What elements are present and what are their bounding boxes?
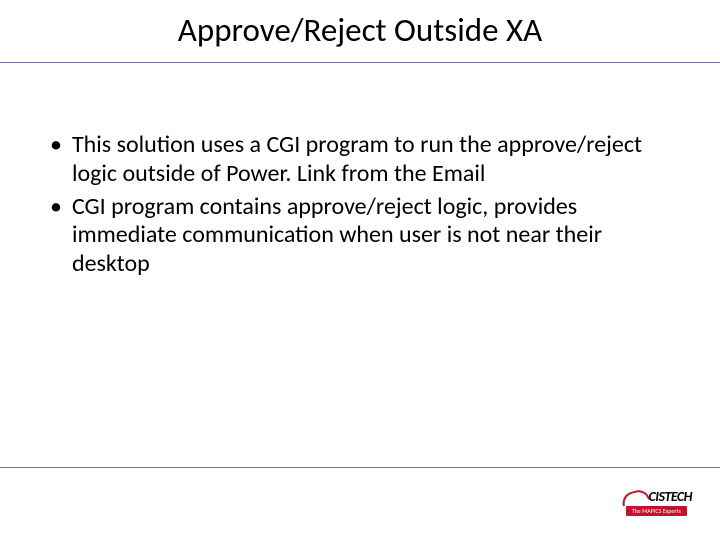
bullet-marker-icon: • xyxy=(50,193,62,221)
content-area: • This solution uses a CGI program to ru… xyxy=(0,63,720,279)
slide-container: Approve/Reject Outside XA • This solutio… xyxy=(0,0,720,540)
bullet-text: CGI program contains approve/reject logi… xyxy=(72,193,670,279)
bullet-marker-icon: • xyxy=(50,131,62,159)
bullet-item: • This solution uses a CGI program to ru… xyxy=(50,131,670,189)
company-logo: CISTECH The MAPICS Experts xyxy=(621,488,692,516)
logo-top-row: CISTECH xyxy=(621,488,692,505)
bullet-item: • CGI program contains approve/reject lo… xyxy=(50,193,670,279)
logo-tagline: The MAPICS Experts xyxy=(626,506,687,516)
swoosh-icon xyxy=(621,489,647,505)
slide-title: Approve/Reject Outside XA xyxy=(0,0,720,54)
bullet-text: This solution uses a CGI program to run … xyxy=(72,131,670,189)
logo-brand-text: CISTECH xyxy=(649,488,692,505)
footer-divider xyxy=(0,467,720,468)
